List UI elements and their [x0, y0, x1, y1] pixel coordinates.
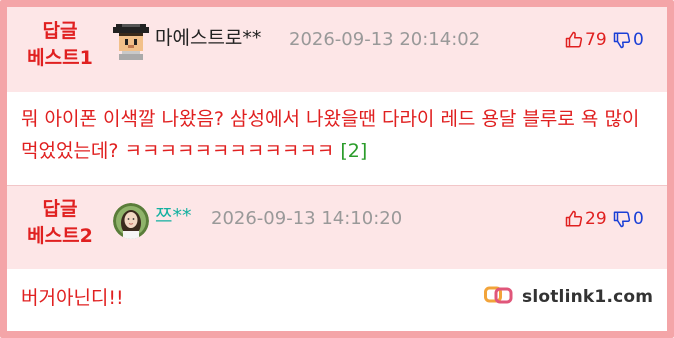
comment-body: 버거아닌디!! — [21, 287, 124, 309]
nickname[interactable]: 쯔** — [155, 204, 191, 228]
comment-text: 뭐 아이폰 이색깔 나왔음? 삼성에서 나왔을땐 다라이 레드 용달 블루로 욕… — [21, 103, 661, 167]
comment-body: 뭐 아이폰 이색깔 나왔음? 삼성에서 나왔을땐 다라이 레드 용달 블루로 욕… — [21, 108, 640, 162]
pixel-character-icon[interactable] — [113, 24, 149, 60]
best-label-line1: 답글 — [42, 20, 78, 42]
downvote-button[interactable]: 0 — [613, 28, 644, 52]
comment-header: 답글 베스트1 마에스트로** 2026-09-13 20:14:02 79 0 — [7, 7, 667, 92]
downvote-count: 0 — [633, 30, 644, 50]
reply-count[interactable]: [2] — [340, 140, 367, 162]
best-label-line2: 베스트1 — [27, 47, 93, 69]
upvote-count: 79 — [585, 30, 607, 50]
portrait-avatar-icon[interactable] — [113, 203, 149, 239]
timestamp: 2026-09-13 20:14:02 — [289, 29, 481, 50]
timestamp: 2026-09-13 14:10:20 — [211, 208, 403, 229]
best-label-line1: 답글 — [42, 198, 78, 220]
upvote-button[interactable]: 29 — [565, 207, 607, 231]
watermark: slotlink1.com — [484, 285, 653, 309]
best-reply-label: 답글 베스트2 — [21, 196, 99, 250]
nickname[interactable]: 마에스트로** — [155, 26, 261, 50]
downvote-button[interactable]: 0 — [613, 207, 644, 231]
thumbs-up-icon — [565, 31, 583, 49]
thumbs-down-icon — [613, 210, 631, 228]
upvote-count: 29 — [585, 209, 607, 229]
best-reply-label: 답글 베스트1 — [21, 18, 99, 72]
thumbs-up-icon — [565, 210, 583, 228]
best-label-line2: 베스트2 — [27, 225, 93, 247]
downvote-count: 0 — [633, 209, 644, 229]
watermark-text: slotlink1.com — [522, 287, 654, 307]
thumbs-down-icon — [613, 31, 631, 49]
chain-link-icon — [484, 285, 514, 309]
comment-header: 답글 베스트2 쯔** 2026-09-13 14:10:20 29 0 — [7, 186, 667, 269]
upvote-button[interactable]: 79 — [565, 28, 607, 52]
